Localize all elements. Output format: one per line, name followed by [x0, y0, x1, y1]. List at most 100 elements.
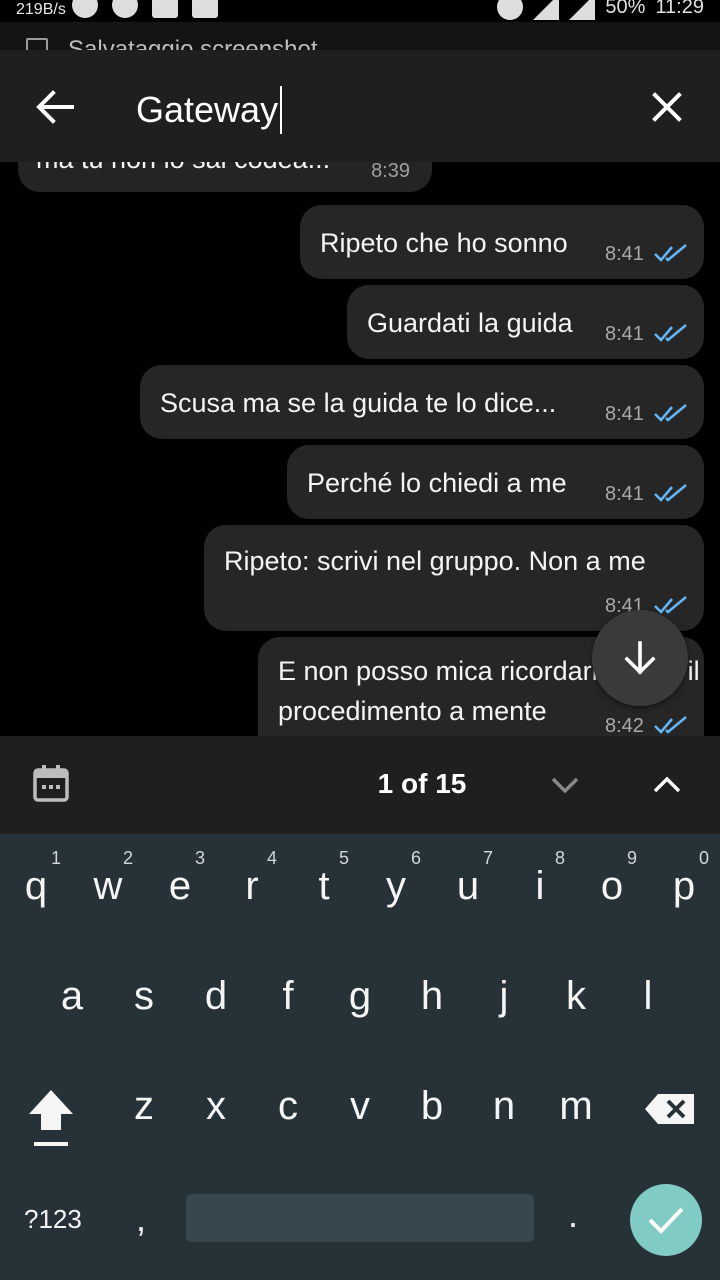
outgoing-message[interactable]: Guardati la guida 8:41: [347, 285, 704, 359]
notification-icons: [72, 0, 218, 18]
key-letter: j: [499, 974, 509, 1018]
chevron-down-icon[interactable]: [546, 766, 584, 804]
key-letter: t: [318, 864, 330, 908]
key-hint-number: 2: [122, 848, 133, 868]
key-letter: c: [278, 1084, 298, 1128]
wifi-icon: [533, 0, 560, 20]
battery-percent: 50%: [605, 0, 646, 18]
file-icon: [192, 0, 218, 18]
key-letter: v: [350, 1084, 370, 1128]
key-hint-number: 6: [410, 848, 421, 868]
read-ticks-icon: [654, 716, 687, 734]
key-a[interactable]: a: [36, 974, 108, 1019]
comma-key[interactable]: ,: [136, 1198, 146, 1240]
key-i[interactable]: 8i: [504, 834, 576, 934]
key-m[interactable]: m: [540, 1084, 612, 1129]
key-letter: q: [24, 864, 48, 908]
key-d[interactable]: d: [180, 974, 252, 1019]
key-g[interactable]: g: [324, 974, 396, 1019]
message-text: Ripeto: scrivi nel gruppo. Non a me: [224, 546, 646, 576]
checkmark-icon: [648, 1207, 684, 1234]
back-button[interactable]: [30, 82, 80, 132]
arrow-down-icon: [624, 641, 656, 675]
key-k[interactable]: k: [540, 974, 612, 1019]
notification-text: Salvataggio screenshot: [68, 36, 318, 50]
read-ticks-icon: [654, 324, 687, 342]
outgoing-message[interactable]: Scusa ma se la guida te lo dice... 8:41: [140, 365, 704, 439]
outgoing-message[interactable]: Perché lo chiedi a me 8:41: [287, 445, 704, 519]
text-caret: [280, 86, 283, 134]
key-y[interactable]: 6y: [360, 834, 432, 934]
key-letter: f: [282, 974, 294, 1018]
key-hint-number: 8: [554, 848, 565, 868]
search-result-counter: 1 of 15: [377, 768, 467, 799]
key-f[interactable]: f: [252, 974, 324, 1019]
search-navigation-bar: 1 of 15: [0, 736, 720, 834]
screenshot-notification[interactable]: Salvataggio screenshot: [0, 22, 720, 50]
key-s[interactable]: s: [108, 974, 180, 1019]
enter-key[interactable]: [630, 1184, 702, 1256]
key-hint-number: 7: [482, 848, 493, 868]
key-hint-number: 5: [338, 848, 349, 868]
key-letter: i: [535, 864, 545, 908]
search-header: Gateway: [0, 50, 720, 162]
key-letter: u: [456, 864, 480, 908]
key-hint-number: 4: [266, 848, 277, 868]
outgoing-message[interactable]: Ripeto che ho sonno 8:41: [300, 205, 704, 279]
key-v[interactable]: v: [324, 1084, 396, 1129]
incoming-message[interactable]: ma tu non lo sai codea... 8:39: [18, 162, 432, 192]
period-key[interactable]: .: [568, 1194, 578, 1236]
space-bar[interactable]: [186, 1194, 534, 1242]
key-t[interactable]: 5t: [288, 834, 360, 934]
clear-search-button[interactable]: [642, 82, 692, 132]
key-l[interactable]: l: [612, 974, 684, 1019]
key-letter: s: [134, 974, 154, 1018]
message-text: Scusa ma se la guida te lo dice...: [160, 388, 557, 418]
key-x[interactable]: x: [180, 1084, 252, 1129]
shift-key-icon[interactable]: [24, 1086, 78, 1150]
key-w[interactable]: 2w: [72, 834, 144, 934]
key-letter: e: [168, 864, 192, 908]
key-n[interactable]: n: [468, 1084, 540, 1129]
key-letter: r: [245, 864, 259, 908]
key-r[interactable]: 4r: [216, 834, 288, 934]
message-text: Perché lo chiedi a me: [307, 468, 567, 498]
key-letter: d: [204, 974, 228, 1018]
key-letter: m: [559, 1084, 593, 1128]
key-z[interactable]: z: [108, 1084, 180, 1129]
search-input[interactable]: Gateway: [136, 86, 283, 134]
key-e[interactable]: 3e: [144, 834, 216, 934]
network-speed: 219B/s: [16, 1, 66, 18]
signal-icon: [569, 0, 596, 20]
message-text: procedimento a mente: [278, 696, 547, 726]
key-b[interactable]: b: [396, 1084, 468, 1129]
key-hint-number: 0: [698, 848, 709, 868]
key-h[interactable]: h: [396, 974, 468, 1019]
key-j[interactable]: j: [468, 974, 540, 1019]
message-time: 8:41: [605, 403, 644, 425]
backspace-key-icon[interactable]: [644, 1092, 696, 1126]
key-hint-number: 1: [50, 848, 61, 868]
keyboard-notification-icon: [152, 0, 178, 18]
key-u[interactable]: 7u: [432, 834, 504, 934]
chevron-up-icon[interactable]: [648, 766, 686, 804]
scroll-down-button[interactable]: [592, 610, 688, 706]
message-text: Ripeto che ho sonno: [320, 228, 568, 258]
dnd-icon: [497, 0, 524, 20]
checkbox-icon: [26, 38, 48, 50]
key-letter: g: [348, 974, 372, 1018]
key-letter: p: [672, 864, 696, 908]
key-c[interactable]: c: [252, 1084, 324, 1129]
message-time: 8:42: [605, 715, 644, 736]
key-letter: w: [93, 864, 123, 908]
read-ticks-icon: [654, 596, 687, 614]
symbols-key[interactable]: ?123: [24, 1204, 82, 1235]
key-letter: l: [643, 974, 653, 1018]
close-icon: [652, 92, 682, 122]
key-o[interactable]: 9o: [576, 834, 648, 934]
key-q[interactable]: 1q: [0, 834, 72, 934]
key-letter: o: [600, 864, 624, 908]
key-letter: y: [386, 864, 406, 908]
key-p[interactable]: 0p: [648, 834, 720, 934]
app-notification-icon: [72, 0, 98, 18]
